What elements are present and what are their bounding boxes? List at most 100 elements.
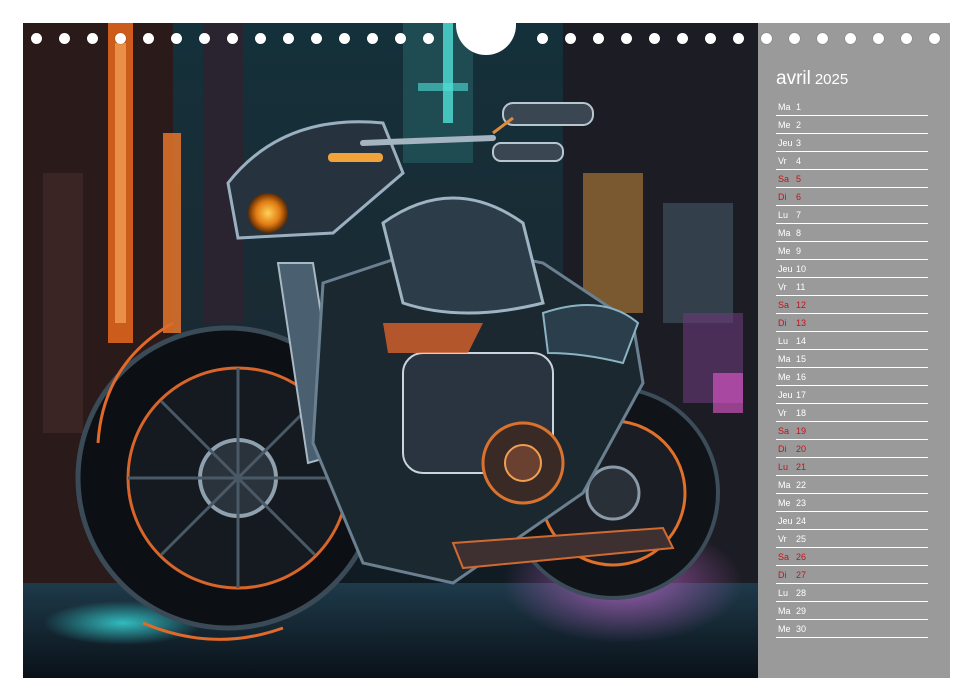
binding-hole [901,33,912,44]
day-row: Vr 11 [776,278,928,296]
day-name: Lu [778,588,789,598]
day-name: Lu [778,210,789,220]
day-row: Me 2 [776,116,928,134]
day-name: Di [778,192,787,202]
day-date: 21 [796,462,807,472]
day-name: Me [778,498,791,508]
day-name: Jeu [778,390,793,400]
binding-hole [395,33,406,44]
binding-hole [845,33,856,44]
day-row: Di 20 [776,440,928,458]
day-row: Sa 26 [776,548,928,566]
month-name: avril [776,68,811,89]
day-date: 19 [796,426,807,436]
binding-hole [227,33,238,44]
day-date: 18 [796,408,807,418]
day-date: 13 [796,318,807,328]
day-date: 7 [796,210,802,220]
day-date: 28 [796,588,807,598]
day-date: 30 [796,624,807,634]
day-row: Di 27 [776,566,928,584]
day-row: Ma 8 [776,224,928,242]
month-heading: avril 2025 [776,68,848,90]
day-row: Lu 21 [776,458,928,476]
day-date: 2 [796,120,802,130]
day-row: Ma 15 [776,350,928,368]
day-date: 10 [796,264,807,274]
day-name: Jeu [778,516,793,526]
binding-hole [87,33,98,44]
day-row: Me 30 [776,620,928,638]
binding-hole [143,33,154,44]
day-row: Sa 5 [776,170,928,188]
day-date: 23 [796,498,807,508]
day-row: Lu 7 [776,206,928,224]
binding-hole [115,33,126,44]
binding-hole [565,33,576,44]
day-date: 11 [796,282,806,292]
binding-hole [311,33,322,44]
day-date: 17 [796,390,807,400]
day-date: 25 [796,534,807,544]
day-name: Ma [778,354,791,364]
motorcycle-illustration [23,23,758,678]
day-name: Sa [778,552,790,562]
day-name: Vr [778,156,787,166]
day-row: Lu 28 [776,584,928,602]
day-row: Ma 1 [776,98,928,116]
day-date: 20 [796,444,807,454]
day-name: Vr [778,408,787,418]
binding-hole [59,33,70,44]
day-name: Vr [778,282,787,292]
binding-hole [339,33,350,44]
binding-hole [367,33,378,44]
day-row: Di 6 [776,188,928,206]
day-row: Vr 18 [776,404,928,422]
day-date: 9 [796,246,802,256]
day-date: 8 [796,228,802,238]
day-row: Vr 25 [776,530,928,548]
day-name: Jeu [778,138,793,148]
binding-hole [31,33,42,44]
binding-hole [705,33,716,44]
day-row: Ma 22 [776,476,928,494]
day-row: Di 13 [776,314,928,332]
day-row: Sa 12 [776,296,928,314]
day-name: Ma [778,606,791,616]
day-name: Di [778,444,787,454]
binding-hole [873,33,884,44]
day-name: Lu [778,336,789,346]
day-date: 26 [796,552,807,562]
day-name: Sa [778,300,790,310]
year-label: 2025 [814,71,849,88]
day-row: Ma 29 [776,602,928,620]
wall-calendar-page: avril 2025 Ma 1 Me 2 Jeu 3 Vr 4 Sa 5 Di 6 Lu 7 Ma 8 Me 9 Je… [0,0,971,700]
day-date: 6 [796,192,802,202]
day-row: Me 16 [776,368,928,386]
day-name: Vr [778,534,787,544]
binding-hole [423,33,434,44]
day-row: Me 9 [776,242,928,260]
binding-hole [733,33,744,44]
day-row: Jeu 17 [776,386,928,404]
day-name: Sa [778,174,790,184]
day-date: 14 [796,336,807,346]
day-row: Lu 14 [776,332,928,350]
day-name: Me [778,624,791,634]
day-date: 27 [796,570,807,580]
binding-hole [789,33,800,44]
day-date: 15 [796,354,807,364]
day-date: 3 [796,138,802,148]
cyberpunk-motorcycle-photo [23,23,758,678]
day-date: 5 [796,174,802,184]
day-name: Sa [778,426,790,436]
binding-hole [283,33,294,44]
binding-hole [649,33,660,44]
day-name: Ma [778,228,791,238]
day-date: 1 [796,102,802,112]
binding-hole [255,33,266,44]
day-name: Ma [778,480,791,490]
day-row: Jeu 10 [776,260,928,278]
day-date: 12 [796,300,807,310]
day-row: Vr 4 [776,152,928,170]
